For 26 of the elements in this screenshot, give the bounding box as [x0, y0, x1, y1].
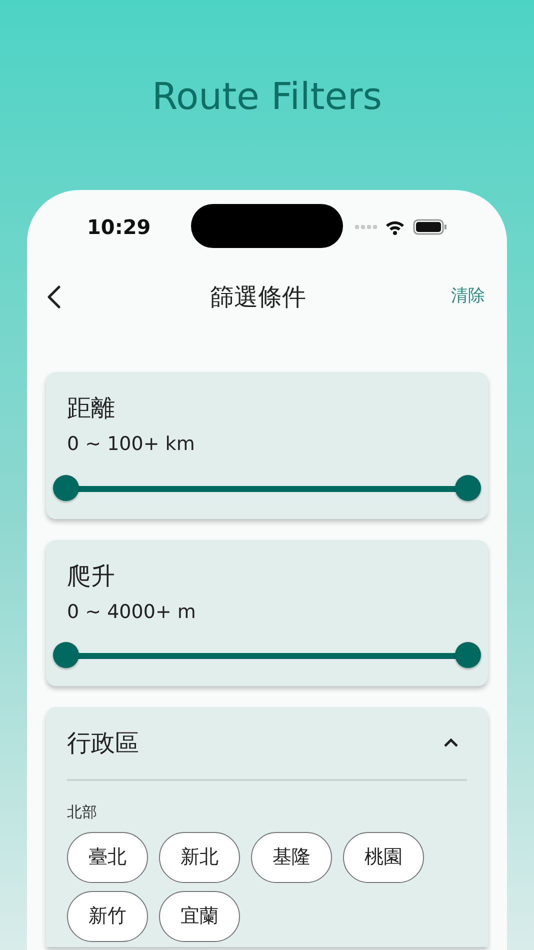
- region-chip[interactable]: 基隆: [251, 832, 332, 882]
- slider-thumb[interactable]: [53, 474, 79, 500]
- signal-icon: [355, 225, 377, 229]
- slider-thumb[interactable]: [455, 642, 481, 668]
- section-title: 行政區: [67, 728, 139, 759]
- status-time: 10:29: [87, 214, 147, 241]
- battery-icon: [413, 219, 447, 235]
- range-slider[interactable]: [53, 642, 481, 670]
- region-chip[interactable]: 新竹: [67, 890, 148, 942]
- region-chip[interactable]: 桃園: [343, 832, 424, 882]
- clear-link[interactable]: 清除: [451, 284, 485, 310]
- filter-title: 距離: [66, 393, 116, 424]
- chevron-up-icon: [443, 738, 459, 748]
- region-chip[interactable]: 臺北: [67, 832, 148, 882]
- region-chip[interactable]: 新北: [159, 832, 240, 882]
- group-label: 北部: [67, 802, 98, 823]
- filter-reading: 0 ~ 100+ km: [66, 432, 196, 457]
- range-slider[interactable]: [53, 474, 481, 502]
- wifi-icon: [385, 220, 405, 234]
- page-headline: Route Filters: [152, 74, 382, 120]
- screen-title: 篩選條件: [210, 282, 306, 313]
- slider-thumb[interactable]: [53, 642, 79, 668]
- filter-title: 爬升: [66, 560, 116, 592]
- region-chip[interactable]: 宜蘭: [159, 890, 240, 942]
- filter-reading: 0 ~ 4000+ m: [66, 600, 197, 624]
- slider-thumb[interactable]: [455, 474, 481, 500]
